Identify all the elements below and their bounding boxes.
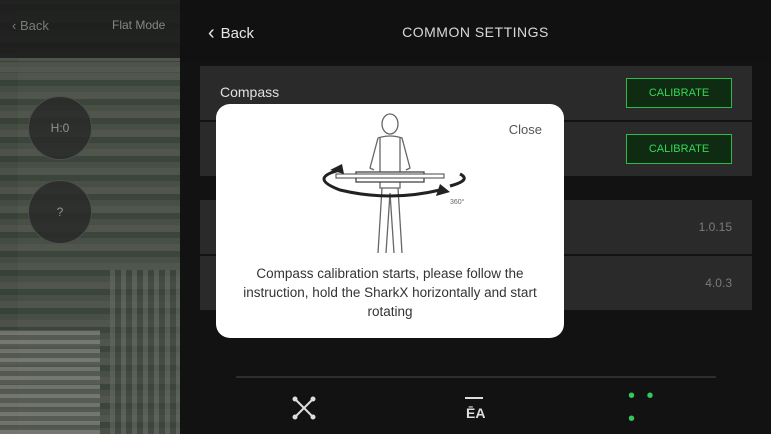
compass-calibrate-button[interactable]: CALIBRATE [626,78,732,108]
page-title: COMMON SETTINGS [402,24,549,40]
app-version: 4.0.3 [705,276,732,290]
calibration-dialog: Close 360° Compass calibration starts, p… [216,104,564,338]
tab-font[interactable]: ĒA [454,388,494,428]
compass-label: Compass [220,84,280,100]
header-bar: ‹ Back COMMON SETTINGS [180,0,771,62]
svg-text:ĒA: ĒA [466,405,485,421]
rotation-label: 360° [450,198,465,206]
close-button[interactable]: Close [509,122,542,137]
calibration-instruction: Compass calibration starts, please follo… [243,266,537,319]
map-view[interactable]: ‹ Back Flat Mode H:0 ? [0,0,180,434]
tab-more[interactable]: • • • [628,385,668,430]
drone-icon [292,396,316,420]
calibration-illustration: 360° [322,113,466,254]
map-dim-overlay [0,0,180,434]
imu-calibrate-button[interactable]: CALIBRATE [626,134,732,164]
tab-divider [236,376,716,378]
font-size-icon: ĒA [465,397,485,421]
tab-drone[interactable] [284,388,324,428]
firmware-version: 1.0.15 [698,220,732,234]
